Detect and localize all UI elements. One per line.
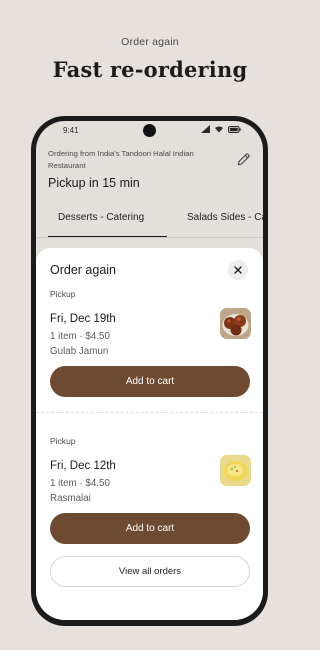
order-type: Pickup <box>50 289 76 299</box>
order-card: Pickup Fri, Dec 19th 1 item · $4.50 Gula… <box>50 289 251 357</box>
orders-divider <box>36 412 263 413</box>
order-item-name: Gulab Jamun <box>50 346 109 357</box>
tabs-divider <box>36 237 263 238</box>
close-icon <box>234 266 242 274</box>
category-tabs: Desserts - Catering Salads Sides - Ca <box>36 210 263 238</box>
add-to-cart-button[interactable]: Add to cart <box>50 513 250 544</box>
tab-desserts-catering[interactable]: Desserts - Catering <box>48 212 167 238</box>
battery-icon <box>228 125 241 133</box>
order-again-sheet: Order again Pickup Fri, Dec 19th 1 item … <box>36 248 263 620</box>
status-bar: 9:41 <box>36 121 263 141</box>
order-card: Pickup Fri, Dec 12th 1 item · $4.50 Rasm… <box>50 436 251 504</box>
camera-cutout <box>143 124 156 137</box>
order-item-name: Rasmalai <box>50 493 91 504</box>
status-icons <box>201 125 241 133</box>
order-type: Pickup <box>50 436 76 446</box>
order-date: Fri, Dec 12th <box>50 460 116 472</box>
phone-screen: 9:41 Ordering from India's Tandoori Hala… <box>36 121 263 620</box>
tab-label: Desserts - Catering <box>58 212 145 223</box>
sheet-title: Order again <box>50 263 117 277</box>
view-all-orders-button[interactable]: View all orders <box>50 556 250 587</box>
tab-label: Salads Sides - Ca <box>187 212 263 223</box>
gulab-jamun-thumbnail <box>220 308 251 339</box>
tab-salads-sides[interactable]: Salads Sides - Ca <box>177 212 263 223</box>
order-meta: 1 item · $4.50 <box>50 478 110 489</box>
close-button[interactable] <box>228 260 248 280</box>
status-time: 9:41 <box>63 126 79 135</box>
wifi-icon <box>215 126 223 133</box>
ordering-from-text: Ordering from India's Tandoori Halal Ind… <box>48 149 194 170</box>
pencil-edit-icon[interactable] <box>236 152 251 167</box>
rasmalai-thumbnail <box>220 455 251 486</box>
pickup-eta: Pickup in 15 min <box>48 176 140 190</box>
order-meta: 1 item · $4.50 <box>50 331 110 342</box>
add-to-cart-button[interactable]: Add to cart <box>50 366 250 397</box>
promo-headline: Fast re-ordering <box>52 57 248 82</box>
signal-icon <box>201 125 210 133</box>
order-date: Fri, Dec 19th <box>50 313 116 325</box>
promo-kicker: Order again <box>121 36 179 48</box>
